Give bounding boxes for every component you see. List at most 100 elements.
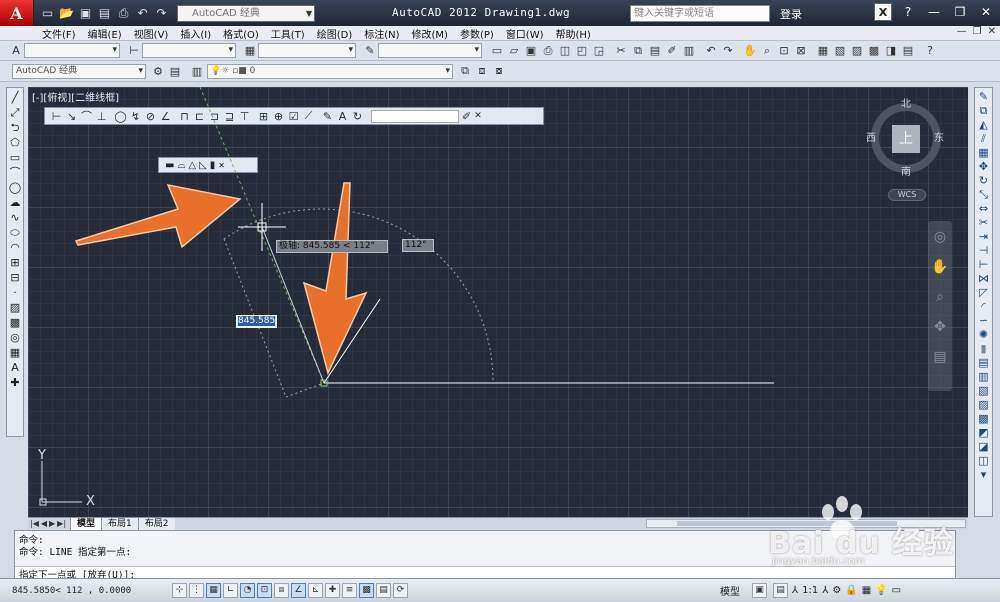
command-line[interactable]: 命令: 命令: LINE 指定第一点: 指定下一点或 [放弃(U)]: [14,530,956,581]
construction-line-icon[interactable]: ⤢ [11,107,20,119]
menu-tools[interactable]: 工具(T) [271,26,305,41]
draworder-icon[interactable]: ▤ [978,357,988,369]
login-link[interactable]: 登录 [780,6,802,22]
layer-isolate-icon[interactable]: ⧇ [491,63,507,79]
properties-icon[interactable]: ▦ [815,43,831,59]
menu-help[interactable]: 帮助(H) [556,26,591,41]
infer-constraints-icon[interactable]: ⊹ [172,583,187,598]
break-icon[interactable]: ⊢ [979,259,989,271]
open-icon[interactable]: 📂 [59,6,74,21]
tab-last-icon[interactable]: ▶| [57,519,66,528]
region-icon[interactable]: ◎ [10,332,20,344]
grid-display-icon[interactable]: ▦ [206,583,221,598]
insert-block-icon[interactable]: ⊞ [10,257,19,269]
minimize-button[interactable]: — [924,3,944,21]
command-input[interactable]: 指定下一点或 [放弃(U)]: [15,566,955,581]
clean-screen-icon[interactable]: ▭ [892,585,901,596]
quick-view-layouts-icon[interactable]: ▣ [752,583,767,598]
length-input[interactable]: 845.585 [236,315,278,328]
multileader-style-dropdown[interactable] [378,43,482,58]
tab-prev-icon[interactable]: ◀ [41,519,47,528]
orbit-icon[interactable]: ✥ [934,319,946,335]
coordinate-readout[interactable]: 845.5850< 112 , 0.0000 [12,586,170,596]
model-space-button[interactable]: 模型 [720,583,740,598]
annotation-scale-icon[interactable]: ⅄ [792,585,798,596]
design-center-icon[interactable]: ▧ [832,43,848,59]
transparency-icon[interactable]: ▩ [359,583,374,598]
object-snap-tracking-icon[interactable]: ∠ [291,583,306,598]
above-icon[interactable]: ▨ [978,399,988,411]
compass-north[interactable]: 北 [901,95,911,110]
spline-icon[interactable]: ∿ [10,212,19,224]
tool-palettes-icon[interactable]: ▨ [849,43,865,59]
explode-icon[interactable]: ✺ [979,329,988,341]
menu-window[interactable]: 窗口(W) [506,26,544,41]
dim-style-dropdown[interactable] [142,43,236,58]
showmotion-icon[interactable]: ▤ [933,349,946,365]
trim-icon[interactable]: ✂ [979,217,988,229]
hatch-icon[interactable]: ▨ [10,302,20,314]
chamfer-icon[interactable]: ◸ [979,287,987,299]
quick-view-drawings-icon[interactable]: ▤ [773,583,788,598]
tab-first-icon[interactable]: |◀ [30,519,39,528]
multileader-style-icon[interactable]: ✎ [362,43,378,59]
undo-icon[interactable]: ↶ [703,43,719,59]
arc-icon[interactable]: ⌒ [10,167,21,179]
array-icon[interactable]: ▦ [978,147,988,159]
wcs-menu[interactable]: WCS [888,189,926,201]
annotation-visibility-icon[interactable]: ⅄ [822,585,828,596]
menu-view[interactable]: 视图(V) [134,26,169,41]
snap-mode-icon[interactable]: ⋮ [189,583,204,598]
print-icon[interactable]: ⎙ [116,6,131,21]
line-icon[interactable]: ╱ [12,92,19,104]
tab-layout2[interactable]: 布局2 [137,517,175,530]
layer-dropdown[interactable]: 💡☼ ▫■ 0 [207,63,453,79]
gradient-icon[interactable]: ▩ [10,317,20,329]
offset-icon[interactable]: ⫽ [981,133,986,145]
ellipse-arc-icon[interactable]: ◠ [10,242,20,254]
pan-icon[interactable]: ✋ [931,259,948,275]
sheet-set-icon[interactable]: ▩ [866,43,882,59]
viewcube[interactable]: 上 北 南 西 东 WCS [864,93,954,203]
dim-front-icon[interactable]: ◪ [978,441,988,453]
doc-close-button[interactable]: ✕ [988,26,996,37]
zoom-realtime-icon[interactable]: ⌕ [759,43,775,59]
revision-cloud-icon[interactable]: ☁ [10,197,21,209]
menu-file[interactable]: 文件(F) [42,26,76,41]
polar-tracking-icon[interactable]: ◔ [240,583,255,598]
point-icon[interactable]: · [13,287,17,299]
doc-minimize-button[interactable]: — [957,26,967,37]
stretch-icon[interactable]: ⇔ [979,203,988,215]
vscroll-thumb[interactable]: ▮ [980,343,986,355]
rectangle-icon[interactable]: ▭ [10,152,20,164]
extend-icon[interactable]: ⇥ [979,231,988,243]
zoom-window-icon[interactable]: ⊡ [776,43,792,59]
save-icon[interactable]: ▣ [523,43,539,59]
blend-curves-icon[interactable]: ∽ [979,315,988,327]
publish-icon[interactable]: ◰ [574,43,590,59]
erase-icon[interactable]: ✎ [979,91,988,103]
workspace-dropdown[interactable]: AutoCAD 经典 ▼ [177,4,315,22]
table-icon[interactable]: ▦ [10,347,20,359]
text-style-dropdown[interactable] [24,43,120,58]
menu-format[interactable]: 格式(O) [223,26,259,41]
polyline-icon[interactable]: ⮌ [11,122,20,134]
print-icon[interactable]: ⎙ [540,43,556,59]
multiline-text-icon[interactable]: A [11,362,19,374]
horizontal-scroll-thumb[interactable] [677,521,897,526]
ellipse-icon[interactable]: ⬭ [10,227,19,239]
calculator-icon[interactable]: ▤ [900,43,916,59]
markup-icon[interactable]: ◨ [883,43,899,59]
close-button[interactable]: ✕ [976,3,996,21]
menu-edit[interactable]: 编辑(E) [88,26,122,41]
table-style-icon[interactable]: ▦ [242,43,258,59]
help-button[interactable]: ? [898,3,918,21]
paste-icon[interactable]: ▤ [647,43,663,59]
pan-icon[interactable]: ✋ [742,43,758,59]
selection-cycling-icon[interactable]: ⟳ [393,583,408,598]
table-style-dropdown[interactable] [258,43,356,58]
3d-object-snap-icon[interactable]: ⧈ [274,583,289,598]
cut-icon[interactable]: ✂ [613,43,629,59]
back-icon[interactable]: ▧ [978,385,988,397]
exchange-icon[interactable]: X [874,3,892,21]
